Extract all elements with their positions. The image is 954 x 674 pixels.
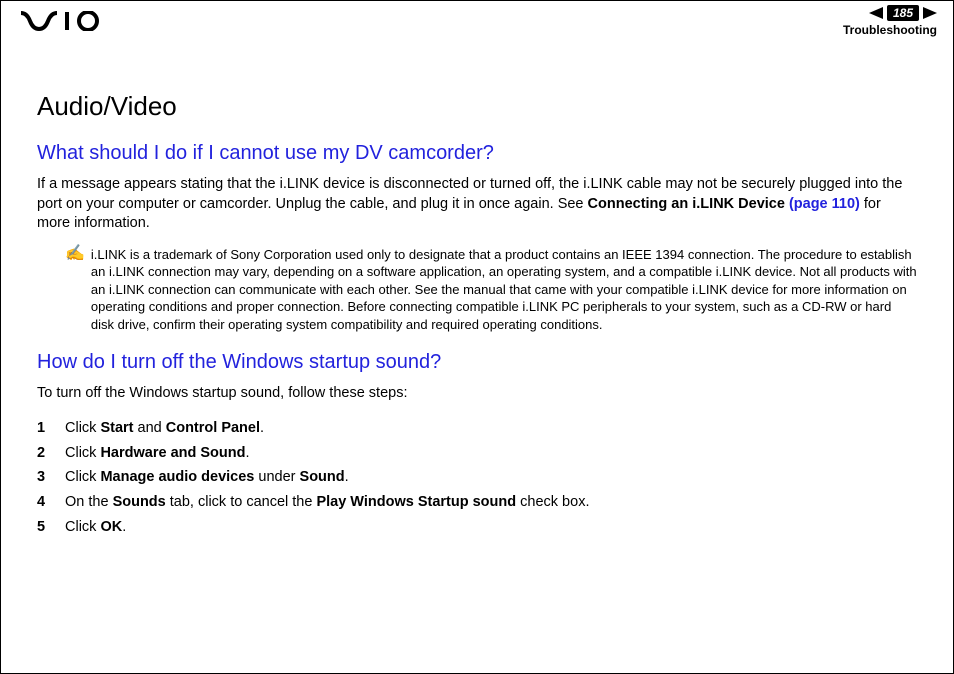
q1-page-link[interactable]: (page 110) xyxy=(789,196,860,212)
step-item: 3 Click Manage audio devices under Sound… xyxy=(37,465,917,490)
step-text: Click OK. xyxy=(65,515,126,540)
prev-page-arrow-icon[interactable] xyxy=(869,7,883,19)
next-page-arrow-icon[interactable] xyxy=(923,7,937,19)
step-item: 4 On the Sounds tab, click to cancel the… xyxy=(37,490,917,515)
step-number: 5 xyxy=(37,515,51,540)
page-header: 185 Troubleshooting xyxy=(1,1,953,41)
step-text: Click Hardware and Sound. xyxy=(65,441,250,466)
step-number: 4 xyxy=(37,490,51,515)
question-2-intro: To turn off the Windows startup sound, f… xyxy=(37,384,917,404)
step-text: Click Manage audio devices under Sound. xyxy=(65,465,349,490)
step-item: 5 Click OK. xyxy=(37,515,917,540)
note-block: ✍ i.LINK is a trademark of Sony Corporat… xyxy=(65,246,917,334)
step-item: 2 Click Hardware and Sound. xyxy=(37,441,917,466)
step-number: 2 xyxy=(37,441,51,466)
question-1-heading: What should I do if I cannot use my DV c… xyxy=(37,142,917,165)
page-content: Audio/Video What should I do if I cannot… xyxy=(1,41,953,559)
section-label: Troubleshooting xyxy=(843,23,937,37)
question-2-heading: How do I turn off the Windows startup so… xyxy=(37,351,917,374)
q1-text-bold: Connecting an i.LINK Device xyxy=(588,196,789,212)
step-number: 1 xyxy=(37,416,51,441)
question-1-body: If a message appears stating that the i.… xyxy=(37,175,917,234)
note-icon: ✍ xyxy=(65,246,85,334)
note-text: i.LINK is a trademark of Sony Corporatio… xyxy=(91,246,917,334)
vaio-logo xyxy=(21,11,111,31)
step-item: 1 Click Start and Control Panel. xyxy=(37,416,917,441)
page-navigation: 185 xyxy=(843,5,937,21)
step-text: Click Start and Control Panel. xyxy=(65,416,264,441)
header-right: 185 Troubleshooting xyxy=(843,5,937,37)
steps-list: 1 Click Start and Control Panel. 2 Click… xyxy=(37,416,917,539)
page-title: Audio/Video xyxy=(37,91,917,122)
step-number: 3 xyxy=(37,465,51,490)
step-text: On the Sounds tab, click to cancel the P… xyxy=(65,490,589,515)
page-number-badge: 185 xyxy=(887,5,919,21)
